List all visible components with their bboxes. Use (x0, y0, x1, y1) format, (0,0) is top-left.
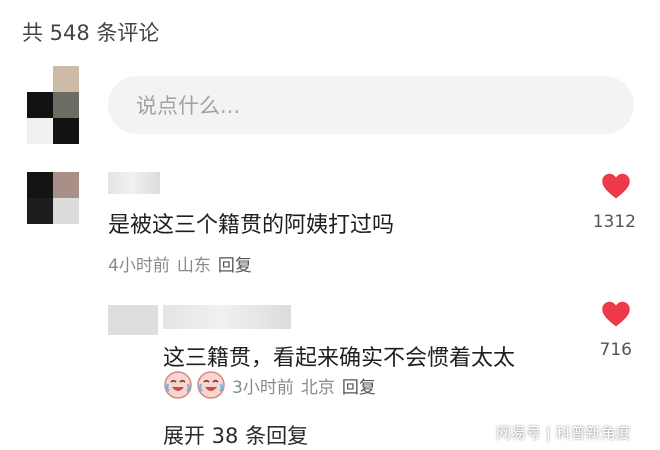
replier-avatar-blurred[interactable] (108, 305, 158, 335)
replier-name-blurred[interactable] (163, 305, 291, 329)
comment-count-heading: 共 548 条评论 (22, 21, 160, 45)
reply-button[interactable]: 回复 (218, 256, 252, 276)
crying-laughing-emoji-icon (197, 371, 225, 399)
comment-location: 山东 (176, 256, 211, 276)
like-heart-icon[interactable] (601, 172, 631, 200)
reply-time: 3小时前 (232, 377, 294, 398)
commenter-name-blurred[interactable] (108, 172, 160, 194)
reply-reply-button[interactable]: 回复 (342, 378, 376, 398)
like-count: 1312 (592, 212, 636, 232)
reply-location: 北京 (300, 377, 335, 398)
comment-input[interactable]: 说点什么... (108, 76, 634, 134)
comment-meta: 4小时前 山东 回复 (108, 251, 259, 276)
reply-meta-row: 3小时前 北京 回复 (163, 370, 383, 400)
source-watermark: 网易号 | 科普新角度 (496, 424, 631, 442)
reply-meta: 3小时前 北京 回复 (232, 373, 383, 398)
comment-time: 4小时前 (108, 256, 170, 276)
reply-like-heart-icon[interactable] (601, 300, 631, 328)
comment-input-placeholder: 说点什么... (136, 94, 241, 118)
reply-like-count: 716 (599, 340, 632, 360)
commenter-avatar[interactable] (27, 172, 79, 224)
comment-text: 是被这三个籍贯的阿姨打过吗 (108, 213, 395, 238)
reply-text: 这三籍贯，看起来确实不会惯着太太 (163, 346, 516, 371)
current-user-avatar (27, 66, 79, 144)
crying-laughing-emoji-icon (164, 371, 192, 399)
